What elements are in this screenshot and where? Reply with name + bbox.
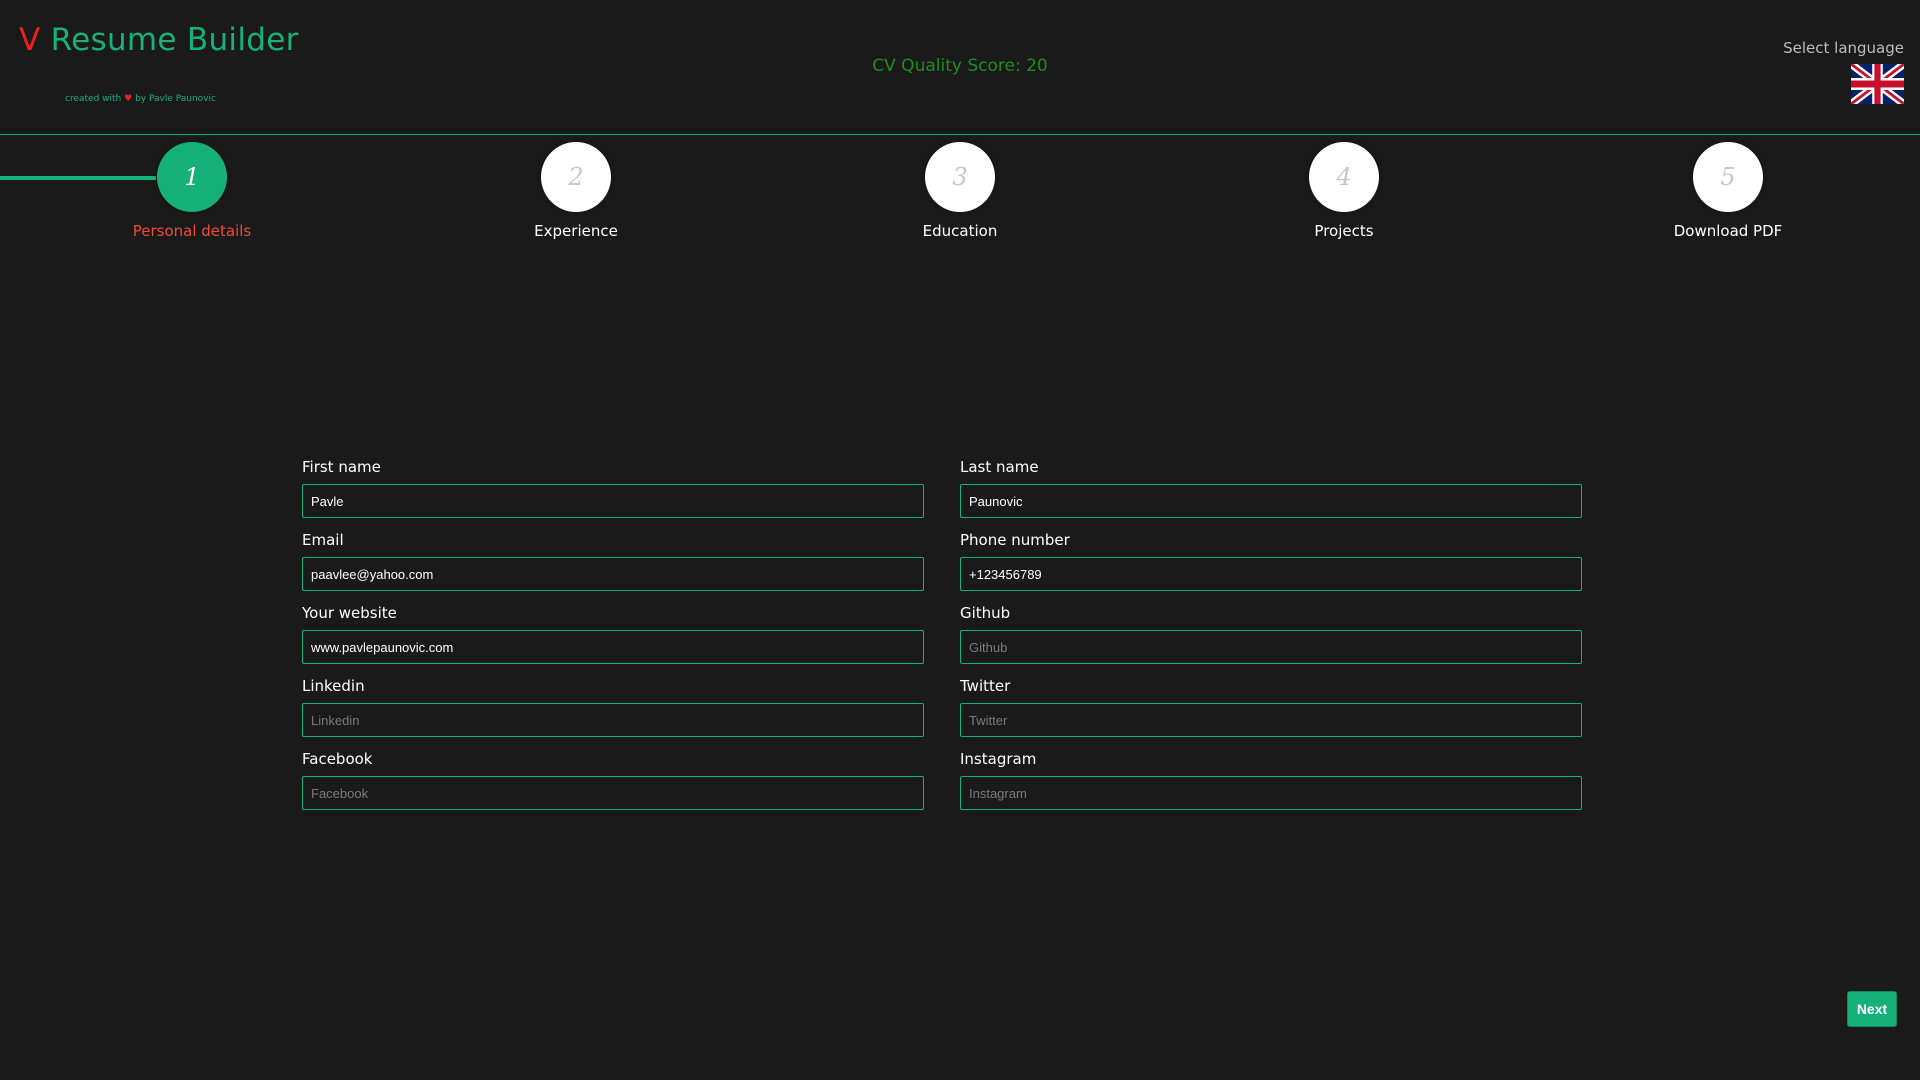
app-title: Resume Builder bbox=[50, 22, 299, 58]
first-name-label: First name bbox=[302, 458, 381, 476]
twitter-input[interactable] bbox=[960, 703, 1582, 737]
last-name-label: Last name bbox=[960, 458, 1039, 476]
facebook-label: Facebook bbox=[302, 750, 373, 768]
credit-prefix: created with bbox=[65, 94, 122, 104]
step-personal-details[interactable]: 1 Personal details bbox=[92, 142, 292, 240]
linkedin-field: Linkedin bbox=[302, 677, 924, 750]
phone-number-input[interactable] bbox=[960, 557, 1582, 591]
phone-number-label: Phone number bbox=[960, 531, 1070, 549]
next-button[interactable]: Next bbox=[1847, 991, 1897, 1027]
facebook-field: Facebook bbox=[302, 750, 924, 823]
email-input[interactable] bbox=[302, 557, 924, 591]
first-name-input[interactable] bbox=[302, 484, 924, 518]
step-circle: 1 bbox=[157, 142, 227, 212]
step-label: Projects bbox=[1314, 222, 1374, 240]
progress-stepper: 1 Personal details 2 Experience 3 Educat… bbox=[0, 134, 1920, 254]
step-projects[interactable]: 4 Projects bbox=[1244, 142, 1444, 240]
last-name-input[interactable] bbox=[960, 484, 1582, 518]
app-logo[interactable]: V Resume Builder bbox=[19, 22, 299, 58]
last-name-field: Last name bbox=[960, 458, 1582, 531]
step-label: Personal details bbox=[132, 222, 252, 240]
step-download-pdf[interactable]: 5 Download PDF bbox=[1628, 142, 1828, 240]
instagram-label: Instagram bbox=[960, 750, 1037, 768]
phone-number-field: Phone number bbox=[960, 531, 1582, 604]
app-header: V Resume Builder created with ♥ by Pavle… bbox=[0, 0, 1920, 135]
github-label: Github bbox=[960, 604, 1011, 622]
step-label: Download PDF bbox=[1673, 222, 1783, 240]
cv-quality-score: CV Quality Score: 20 bbox=[872, 56, 1048, 76]
website-field: Your website bbox=[302, 604, 924, 677]
website-label: Your website bbox=[302, 604, 397, 622]
form-column-left: First name Email Your website Linkedin F… bbox=[302, 458, 924, 823]
step-label: Experience bbox=[534, 222, 618, 240]
email-label: Email bbox=[302, 531, 344, 549]
credit-line: created with ♥ by Pavle Paunovic bbox=[65, 94, 216, 104]
first-name-field: First name bbox=[302, 458, 924, 531]
form-column-right: Last name Phone number Github Twitter In… bbox=[960, 458, 1582, 823]
twitter-label: Twitter bbox=[960, 677, 1011, 695]
instagram-field: Instagram bbox=[960, 750, 1582, 823]
select-language-label: Select language bbox=[1783, 39, 1904, 57]
step-label: Education bbox=[922, 222, 998, 240]
uk-flag-icon[interactable] bbox=[1851, 64, 1904, 104]
github-field: Github bbox=[960, 604, 1582, 677]
facebook-input[interactable] bbox=[302, 776, 924, 810]
github-input[interactable] bbox=[960, 630, 1582, 664]
linkedin-label: Linkedin bbox=[302, 677, 365, 695]
credit-suffix: by Pavle Paunovic bbox=[135, 94, 216, 104]
step-experience[interactable]: 2 Experience bbox=[476, 142, 676, 240]
step-circle: 3 bbox=[925, 142, 995, 212]
heart-icon: ♥ bbox=[124, 94, 133, 104]
instagram-input[interactable] bbox=[960, 776, 1582, 810]
twitter-field: Twitter bbox=[960, 677, 1582, 750]
step-circle: 4 bbox=[1309, 142, 1379, 212]
logo-letter: V bbox=[19, 22, 41, 58]
website-input[interactable] bbox=[302, 630, 924, 664]
step-education[interactable]: 3 Education bbox=[860, 142, 1060, 240]
language-selector: Select language bbox=[1783, 39, 1904, 104]
email-field: Email bbox=[302, 531, 924, 604]
linkedin-input[interactable] bbox=[302, 703, 924, 737]
step-circle: 2 bbox=[541, 142, 611, 212]
step-circle: 5 bbox=[1693, 142, 1763, 212]
